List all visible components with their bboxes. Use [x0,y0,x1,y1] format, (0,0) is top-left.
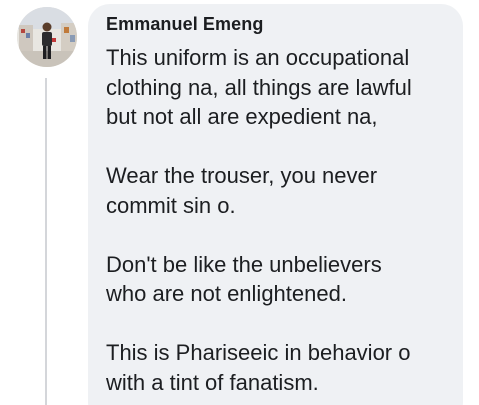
comment-paragraph-4: This is Phariseeic in behavior o with a … [106,340,411,395]
thread-connector-line [45,78,47,405]
comment-author-name[interactable]: Emmanuel Emeng [106,14,263,35]
avatar-photo-icon [17,7,77,67]
comment-paragraph-2: Wear the trouser, you never commit sin o… [106,163,378,218]
comment-paragraph-1: This uniform is an occupational clothing… [106,45,412,129]
comment-paragraph-3: Don't be like the unbelievers who are no… [106,251,382,307]
comment-thread: Emmanuel Emeng This uniform is an occupa… [0,0,479,405]
comment-body: This uniform is an occupational clothing… [106,43,456,397]
avatar[interactable] [17,7,77,67]
